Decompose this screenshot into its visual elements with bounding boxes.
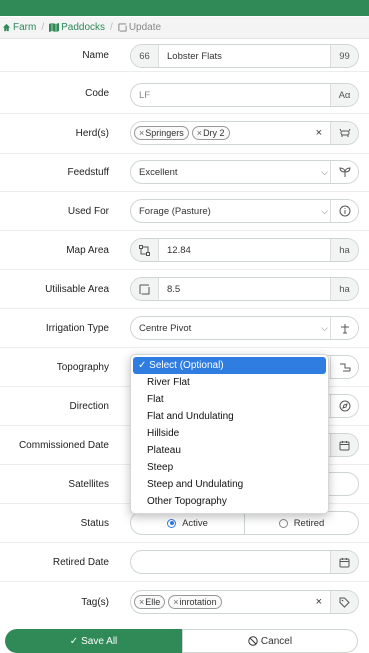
feedstuff-label: Feedstuff: [67, 167, 109, 178]
sprinkler-icon: [330, 317, 358, 339]
topography-label: Topography: [56, 361, 109, 373]
utilisable-area-unit: ha: [330, 278, 358, 300]
cancel-button[interactable]: Cancel: [182, 629, 358, 653]
calendar-icon[interactable]: [330, 434, 358, 456]
save-all-button[interactable]: ✓ Save All: [5, 629, 182, 653]
clear-herds-icon[interactable]: ×: [316, 127, 322, 139]
utilisable-area-field[interactable]: 8.5 ha: [130, 277, 359, 301]
dropdown-option[interactable]: Steep and Undulating: [131, 476, 328, 493]
breadcrumb-farm[interactable]: Farm: [2, 22, 36, 33]
feedstuff-value: Excellent: [139, 166, 178, 178]
dropdown-option[interactable]: River Flat: [131, 374, 328, 391]
dropdown-option[interactable]: Plateau: [131, 442, 328, 459]
dropdown-option[interactable]: Steep: [131, 459, 328, 476]
dropdown-option[interactable]: Hillside: [131, 425, 328, 442]
name-field[interactable]: 66 Lobster Flats 99: [130, 44, 359, 68]
map-icon: [49, 23, 60, 32]
herd-chip[interactable]: × Springers: [134, 126, 189, 140]
clear-tags-icon[interactable]: ×: [316, 596, 322, 608]
map-area-input[interactable]: 12.84: [159, 245, 330, 256]
dropdown-option[interactable]: Other Topography: [131, 493, 328, 510]
check-icon: ✓: [69, 635, 79, 647]
utilisable-area-label: Utilisable Area: [45, 283, 109, 295]
name-input[interactable]: Lobster Flats: [159, 51, 330, 62]
radio-checked[interactable]: [167, 518, 177, 528]
utilisable-area-input[interactable]: 8.5: [159, 284, 330, 295]
status-retired-option[interactable]: Retired: [244, 512, 358, 534]
home-icon: [2, 23, 11, 32]
topography-dropdown-menu: ✓ Select (Optional) River Flat Flat Flat…: [130, 354, 329, 514]
direction-label: Direction: [69, 400, 109, 412]
used-for-select[interactable]: Forage (Pasture) ⌵: [130, 199, 359, 223]
status-radio-group: Active Retired: [130, 511, 359, 535]
breadcrumb-current: Update: [118, 22, 161, 33]
tags-label: Tag(s): [81, 596, 109, 608]
map-area-label: Map Area: [66, 244, 109, 256]
chevron-down-icon: ⌵: [321, 166, 328, 177]
breadcrumb: Farm / Paddocks / Update: [0, 17, 369, 39]
app-header-bar: [0, 0, 369, 16]
irrigation-type-select[interactable]: Centre Pivot ⌵: [130, 316, 359, 340]
area-icon: [118, 23, 127, 32]
status-active-option[interactable]: Active: [131, 512, 244, 534]
tag-icon: [330, 591, 358, 613]
compass-icon: [330, 395, 358, 417]
chevron-down-icon: ⌵: [321, 322, 328, 333]
retired-date-field[interactable]: [130, 550, 359, 574]
retired-date-label: Retired Date: [52, 556, 109, 568]
cancel-icon: [248, 636, 258, 646]
cow-icon: [330, 122, 358, 144]
calendar-icon[interactable]: [330, 551, 358, 573]
herd-chip[interactable]: × Dry 2: [191, 126, 230, 140]
terrain-icon: [330, 356, 358, 378]
tag-chip[interactable]: × inrotation: [168, 595, 222, 609]
code-input[interactable]: LF: [131, 90, 330, 101]
used-for-value: Forage (Pasture): [139, 205, 211, 217]
remove-icon[interactable]: ×: [139, 597, 144, 607]
dropdown-option[interactable]: ✓ Select (Optional): [133, 357, 326, 374]
breadcrumb-paddocks[interactable]: Paddocks: [49, 22, 105, 33]
commissioned-date-label: Commissioned Date: [18, 439, 109, 451]
remove-icon[interactable]: ×: [139, 128, 144, 138]
herds-label: Herd(s): [75, 128, 109, 139]
tags-field[interactable]: × Elle × inrotation ×: [130, 590, 359, 614]
dropdown-option[interactable]: Flat and Undulating: [131, 408, 328, 425]
status-label: Status: [80, 517, 109, 529]
info-icon: [330, 200, 358, 222]
code-field[interactable]: LF Aα: [130, 83, 359, 107]
polygon-icon: [131, 239, 159, 261]
name-label: Name: [82, 50, 109, 61]
chevron-down-icon: ⌵: [321, 205, 328, 216]
irrigation-type-value: Centre Pivot: [139, 322, 192, 334]
text-case-icon: Aα: [330, 84, 358, 106]
name-suffix: 99: [330, 45, 358, 67]
map-area-unit: ha: [330, 239, 358, 261]
feedstuff-select[interactable]: Excellent ⌵: [130, 160, 359, 184]
used-for-label: Used For: [67, 205, 109, 217]
remove-icon[interactable]: ×: [173, 597, 178, 607]
breadcrumb-separator: /: [110, 22, 113, 33]
breadcrumb-separator: /: [41, 22, 45, 33]
area-icon: [131, 278, 159, 300]
dropdown-option[interactable]: Flat: [131, 391, 328, 408]
map-area-field[interactable]: 12.84 ha: [130, 238, 359, 262]
satellites-label: Satellites: [68, 478, 109, 490]
tag-chip[interactable]: × Elle: [134, 595, 166, 609]
herds-field[interactable]: × Springers × Dry 2 ×: [130, 121, 359, 145]
irrigation-type-label: Irrigation Type: [45, 322, 109, 334]
name-prefix: 66: [131, 45, 159, 67]
sprout-icon: [330, 161, 358, 183]
radio-unchecked[interactable]: [278, 518, 288, 528]
remove-icon[interactable]: ×: [197, 128, 202, 138]
code-label: Code: [85, 87, 109, 99]
